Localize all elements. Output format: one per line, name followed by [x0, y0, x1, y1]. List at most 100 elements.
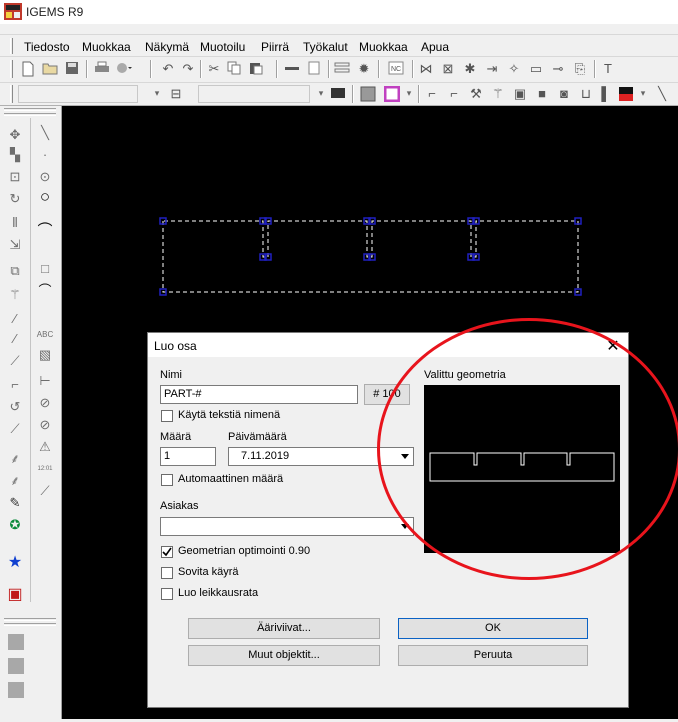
close-icon[interactable]: ✕ — [604, 336, 622, 356]
copy-icon[interactable] — [226, 61, 242, 77]
time-dim-icon[interactable]: 12:01 — [36, 460, 54, 478]
stamp-icon[interactable]: ▣ — [512, 86, 528, 102]
circle-icon[interactable]: ○ — [36, 188, 54, 206]
page-icon[interactable] — [306, 61, 322, 77]
menu-muokkaa[interactable]: Muokkaa — [82, 40, 131, 54]
quantity-input[interactable]: 1 — [160, 447, 216, 466]
undo-icon[interactable]: ↶ — [160, 61, 176, 77]
text-abc-icon[interactable]: ABC — [36, 326, 54, 344]
print-icon[interactable] — [94, 61, 110, 77]
palette-square-icon[interactable] — [8, 682, 24, 698]
mirror-tool-icon[interactable]: ⫴ — [6, 214, 24, 232]
node-ring-icon[interactable]: ✪ — [6, 516, 24, 534]
palette-square-icon[interactable] — [8, 658, 24, 674]
dimension-icon[interactable]: ⊢ — [36, 372, 54, 390]
library-icon[interactable] — [330, 86, 346, 102]
frame-icon[interactable]: ⊔ — [578, 86, 594, 102]
image-icon[interactable] — [360, 86, 376, 102]
bar-icon[interactable] — [284, 61, 300, 77]
cut-tool-2-icon[interactable]: ⌐ — [446, 86, 462, 102]
gift-icon[interactable]: ▣ — [6, 586, 24, 604]
toolbar-grip[interactable] — [10, 60, 13, 78]
paste-icon[interactable] — [248, 61, 264, 77]
palette-grip[interactable] — [4, 113, 56, 116]
save-icon[interactable] — [64, 61, 80, 77]
offset-icon[interactable]: ⟋ — [6, 352, 24, 370]
cut-icon[interactable]: ✂ — [206, 61, 222, 77]
layer-combo[interactable] — [18, 85, 138, 103]
palette-grip[interactable] — [4, 623, 56, 626]
color-picker-arrow[interactable]: ▾ — [636, 85, 650, 102]
use-text-name-checkbox[interactable] — [161, 410, 173, 422]
move-icon[interactable]: ✥ — [6, 126, 24, 144]
box-icon[interactable]: ◙ — [556, 86, 572, 102]
color-picker-icon[interactable] — [618, 86, 634, 102]
geometry-optimize-checkbox[interactable] — [161, 546, 173, 558]
zoom-box-icon[interactable]: ⊠ — [440, 61, 456, 77]
window-icon[interactable]: ▭ — [528, 61, 544, 77]
outlines-button[interactable]: Ääriviivat... — [188, 618, 380, 639]
circle-center-icon[interactable]: ⊙ — [36, 168, 54, 186]
menu-muokkaa-2[interactable]: Muokkaa — [359, 40, 408, 54]
style-combo-arrow[interactable]: ▾ — [314, 85, 328, 102]
menu-tyokalut[interactable]: Työkalut — [303, 40, 348, 54]
wand-icon[interactable]: ⚚ — [490, 86, 506, 102]
extend-icon[interactable]: ⁄ — [6, 330, 24, 348]
toolbar-grip[interactable] — [10, 85, 13, 103]
cut-tool-icon[interactable]: ⌐ — [424, 86, 440, 102]
customer-dropdown-icon[interactable] — [398, 518, 412, 535]
menubar-grip[interactable] — [10, 38, 13, 54]
point-icon[interactable]: · — [36, 146, 54, 164]
number-button[interactable]: # 100 — [364, 384, 410, 405]
link-icon[interactable]: ⊸ — [550, 61, 566, 77]
palette-grip[interactable] — [4, 618, 56, 621]
menu-nakyma[interactable]: Näkymä — [145, 40, 189, 54]
color-box-arrow[interactable]: ▾ — [402, 85, 416, 102]
arc-icon[interactable]: ⌒ — [36, 222, 54, 240]
radius-dim-icon[interactable]: ⊘ — [36, 416, 54, 434]
color-box-icon[interactable] — [383, 85, 401, 103]
menu-muotoilu[interactable]: Muotoilu — [200, 40, 245, 54]
nc-icon[interactable]: NC — [388, 61, 404, 77]
arrow-to-icon[interactable]: ⇥ — [484, 61, 500, 77]
auto-quantity-checkbox[interactable] — [161, 474, 173, 486]
chamfer-icon[interactable]: ⟋ — [6, 420, 24, 438]
array-icon[interactable]: ⸙ — [6, 450, 24, 468]
menu-tiedosto[interactable]: Tiedosto — [24, 40, 70, 54]
tools-icon[interactable]: ⚒ — [468, 86, 484, 102]
create-cut-path-checkbox[interactable] — [161, 588, 173, 600]
plot-icon[interactable] — [114, 61, 132, 77]
layer-settings-icon[interactable]: ⊟ — [168, 86, 184, 102]
pen-icon[interactable]: ╲ — [654, 86, 670, 102]
palette-grip[interactable] — [4, 108, 56, 111]
dialog-titlebar[interactable]: Luo osa ✕ — [148, 333, 628, 357]
menu-piirra[interactable]: Piirrä — [261, 40, 289, 54]
layer-combo-arrow[interactable]: ▾ — [150, 85, 164, 102]
square-icon[interactable]: ■ — [534, 86, 550, 102]
scale-icon[interactable]: T — [600, 61, 616, 77]
angle-dim-icon[interactable]: ⊘ — [36, 394, 54, 412]
polyline-icon[interactable]: ⌒ — [36, 282, 54, 300]
image-tool-icon[interactable]: ▧ — [36, 346, 54, 364]
line-icon[interactable]: ╲ — [36, 124, 54, 142]
scale-tool-icon[interactable]: ⇲ — [6, 236, 24, 254]
cancel-button[interactable]: Peruuta — [398, 645, 588, 666]
layers-icon[interactable] — [334, 61, 350, 77]
other-objects-button[interactable]: Muut objektit... — [188, 645, 380, 666]
box-select-icon[interactable]: ⊡ — [6, 168, 24, 186]
document-icon[interactable]: ⎘ — [572, 61, 588, 77]
menu-apua[interactable]: Apua — [421, 40, 449, 54]
bar-chart-icon[interactable]: ▌ — [598, 86, 614, 102]
settings-gear-icon[interactable]: ✹ — [356, 61, 372, 77]
sparkle-icon[interactable]: ✧ — [506, 61, 522, 77]
style-combo[interactable] — [198, 85, 310, 103]
node-edit-icon[interactable]: ▚ — [6, 146, 24, 164]
snap-star-icon[interactable]: ✱ — [462, 61, 478, 77]
ok-button[interactable]: OK — [398, 618, 588, 639]
new-file-icon[interactable] — [20, 61, 36, 77]
wand-tool-icon[interactable]: ⚚ — [6, 286, 24, 304]
date-dropdown-icon[interactable] — [398, 448, 412, 465]
open-folder-icon[interactable] — [42, 61, 58, 77]
leader-icon[interactable]: ⟋ — [36, 482, 54, 500]
fillet-icon[interactable]: ↺ — [6, 398, 24, 416]
